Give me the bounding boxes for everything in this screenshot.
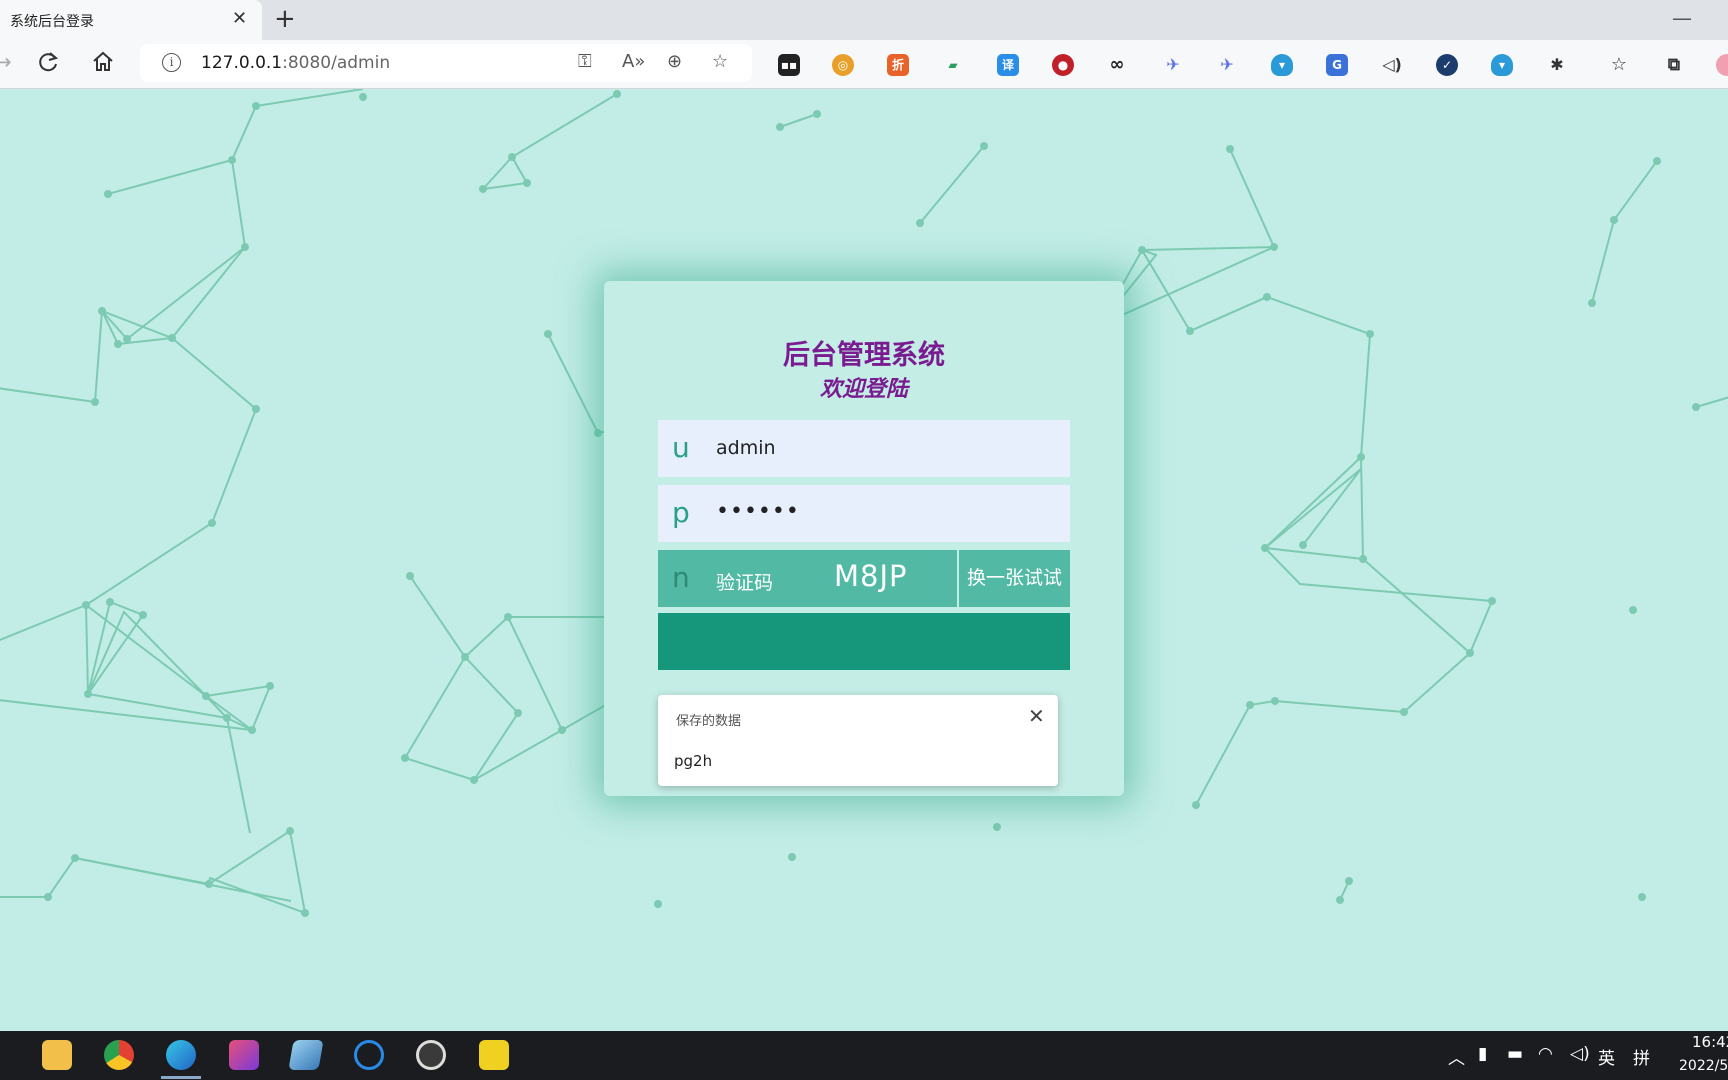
minimize-icon[interactable]: —: [1672, 6, 1692, 30]
favorites-icon[interactable]: ☆: [1608, 54, 1630, 76]
file-explorer-icon[interactable]: [42, 1040, 72, 1070]
username-icon: u: [672, 431, 690, 464]
translate-icon[interactable]: 译: [997, 54, 1019, 76]
check-icon[interactable]: ✓: [1436, 54, 1458, 76]
login-button[interactable]: [658, 613, 1070, 670]
welcome-subtitle: 欢迎登陆: [819, 377, 908, 402]
battery-icon[interactable]: ▬: [1507, 1044, 1523, 1064]
captcha-icon: n: [672, 561, 690, 594]
captcha-row: n 验证码 M8JP 换一张试试: [658, 550, 1070, 607]
favorite-add-icon[interactable]: ☆: [712, 51, 728, 72]
clock-time[interactable]: 16:42: [1692, 1033, 1728, 1051]
page-title: 后台管理系统: [783, 340, 945, 371]
volume-icon[interactable]: ◁): [1570, 1044, 1590, 1064]
notes-app-icon[interactable]: [288, 1040, 324, 1070]
back-icon[interactable]: →: [0, 50, 12, 74]
username-field[interactable]: u admin: [658, 420, 1070, 477]
tab-bar: 系统后台登录 ✕ + —: [0, 0, 1728, 40]
intellij-icon[interactable]: [229, 1040, 259, 1070]
address-bar[interactable]: i 127.0.0.1:8080/admin ⚿ A» ⊕ ☆: [140, 44, 752, 82]
page-viewport: 后台管理系统 欢迎登陆 u admin p •••••• n 验证码 M8JP …: [0, 89, 1728, 1031]
tray-expand-icon[interactable]: ︿: [1448, 1044, 1465, 1069]
captcha-image[interactable]: M8JP: [834, 559, 908, 593]
active-app-indicator: [161, 1076, 201, 1079]
autofill-suggestion[interactable]: pg2h: [674, 752, 712, 770]
read-aloud-icon[interactable]: A»: [622, 51, 645, 72]
obs-icon[interactable]: [416, 1040, 446, 1070]
google-translate-icon[interactable]: G: [1326, 54, 1348, 76]
reload-icon[interactable]: [36, 50, 60, 74]
chrome-extension-icon[interactable]: ◎: [832, 54, 854, 76]
record-icon[interactable]: ●: [1052, 54, 1074, 76]
ime-mode-indicator[interactable]: 拼: [1633, 1044, 1650, 1069]
extension-icon-3[interactable]: 折: [887, 54, 909, 76]
ime-language-indicator[interactable]: 英: [1598, 1044, 1615, 1069]
bird-icon[interactable]: ✈: [1162, 54, 1184, 76]
collections-icon[interactable]: ⧉: [1663, 54, 1685, 76]
browser-tab[interactable]: 系统后台登录 ✕: [0, 0, 262, 40]
extensions-puzzle-icon[interactable]: ✱: [1546, 54, 1568, 76]
app-icon-8[interactable]: [479, 1040, 509, 1070]
key-icon[interactable]: ⚿: [578, 51, 592, 72]
clock-date[interactable]: 2022/5: [1679, 1058, 1728, 1074]
captcha-field[interactable]: n 验证码 M8JP: [658, 550, 957, 607]
new-tab-icon[interactable]: +: [274, 4, 296, 34]
close-icon[interactable]: ✕: [1028, 704, 1045, 728]
edge-icon[interactable]: [166, 1040, 196, 1070]
taskbar: [0, 1031, 1728, 1080]
password-icon: p: [672, 496, 690, 529]
captcha-input[interactable]: 验证码: [716, 568, 773, 595]
zoom-icon[interactable]: ⊕: [667, 51, 682, 72]
password-input[interactable]: ••••••: [716, 499, 800, 524]
refresh-captcha-button[interactable]: 换一张试试: [959, 550, 1070, 607]
autofill-dropdown: 保存的数据 ✕ pg2h: [658, 695, 1058, 786]
chrome-icon[interactable]: [104, 1040, 134, 1070]
autofill-header: 保存的数据: [676, 714, 742, 729]
home-icon[interactable]: [91, 50, 115, 74]
url-text[interactable]: 127.0.0.1:8080/admin: [201, 53, 390, 73]
speaker-icon[interactable]: ◁): [1381, 54, 1403, 76]
password-field[interactable]: p ••••••: [658, 485, 1070, 542]
extension-icon-1[interactable]: ▪▪: [778, 54, 800, 76]
bird-icon-2[interactable]: ✈: [1216, 54, 1238, 76]
infinity-icon[interactable]: ∞: [1106, 54, 1128, 76]
app-icon-6[interactable]: [354, 1040, 384, 1070]
url-host: 127.0.0.1: [201, 53, 283, 73]
shield-extension-icon-2[interactable]: ▾: [1491, 54, 1513, 76]
microphone-icon[interactable]: ▮: [1478, 1044, 1487, 1064]
shield-extension-icon[interactable]: ▾: [1271, 54, 1293, 76]
url-path: :8080/admin: [282, 53, 391, 73]
username-input[interactable]: admin: [716, 437, 776, 459]
info-icon[interactable]: i: [162, 53, 181, 72]
tab-close-icon[interactable]: ✕: [232, 8, 247, 29]
extension-icon-4[interactable]: ▰: [942, 54, 964, 76]
wifi-icon[interactable]: ◠: [1538, 1044, 1553, 1064]
tab-title: 系统后台登录: [10, 14, 94, 30]
